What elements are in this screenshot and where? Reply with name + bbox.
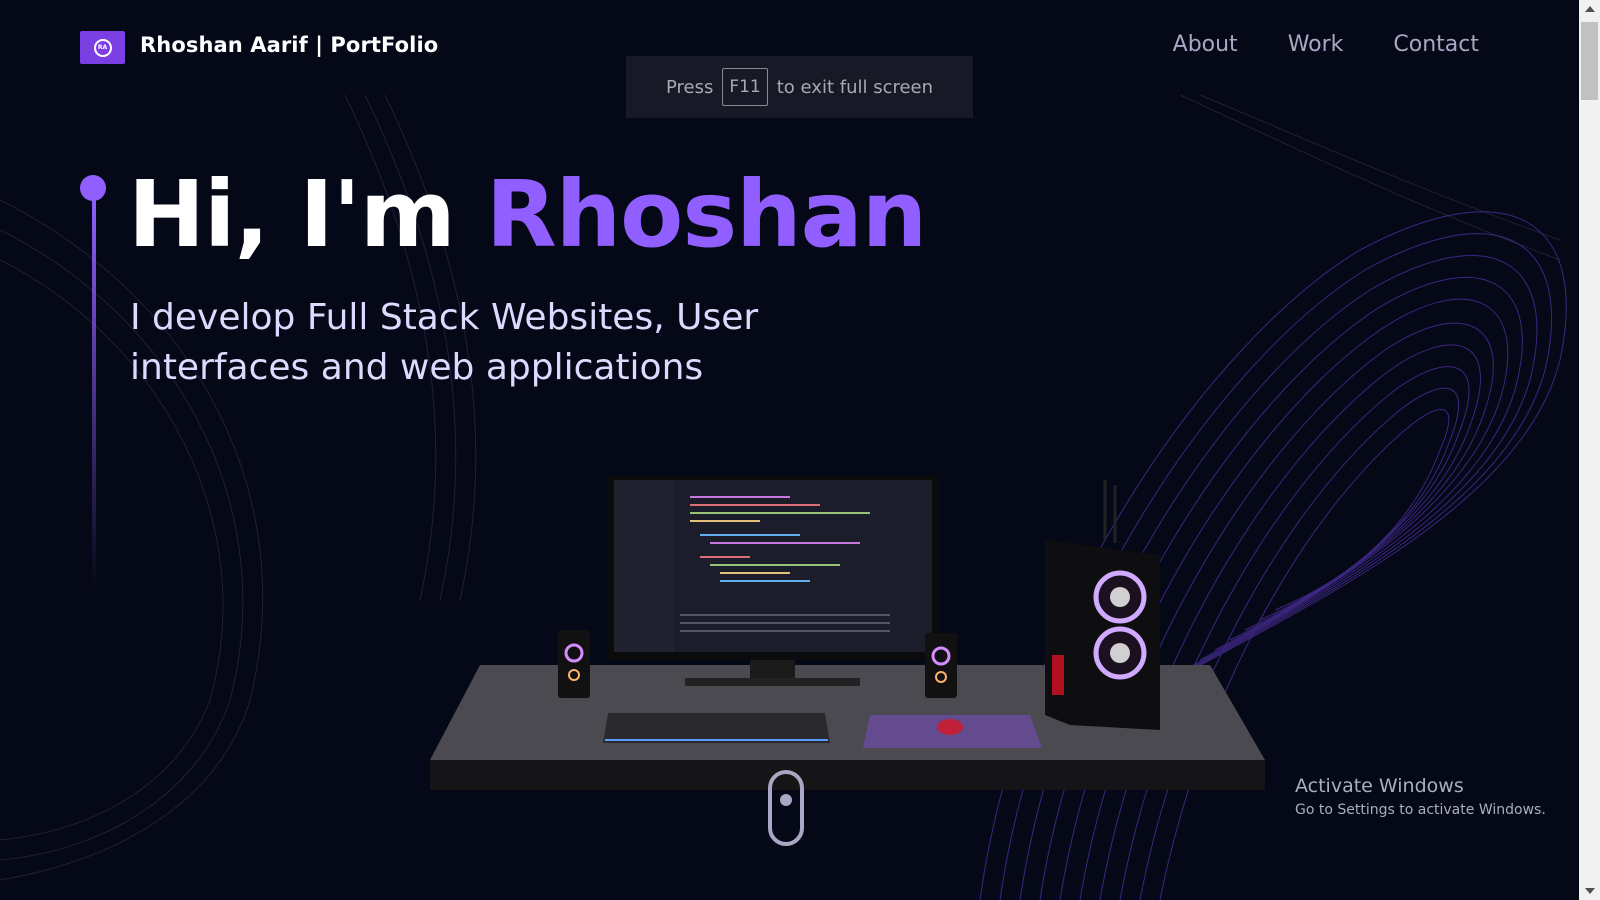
desktop-computer-3d-model[interactable] bbox=[430, 475, 1270, 805]
hero-subtitle-line-2: interfaces and web applications bbox=[130, 347, 704, 388]
hero-name: Rhoshan bbox=[485, 161, 927, 268]
brand-name[interactable]: Rhoshan Aarif | PortFolio bbox=[140, 33, 438, 57]
page-scrollbar[interactable] bbox=[1579, 0, 1600, 900]
nav-link-work[interactable]: Work bbox=[1288, 32, 1344, 57]
scroll-down-arrow-icon[interactable] bbox=[1585, 888, 1595, 894]
hero-accent-line bbox=[92, 197, 96, 587]
monitor-base bbox=[685, 678, 860, 686]
scroll-dot bbox=[780, 794, 792, 806]
windows-activation-watermark: Activate Windows Go to Settings to activ… bbox=[1295, 775, 1546, 818]
logo-mark: RA bbox=[93, 38, 112, 57]
hero-greeting: Hi, I'm bbox=[128, 161, 486, 268]
hero-title: Hi, I'm Rhoshan bbox=[128, 160, 927, 270]
fullscreen-notice-suffix: to exit full screen bbox=[776, 76, 934, 98]
monitor-sidebar bbox=[614, 480, 674, 652]
monitor-stand bbox=[750, 660, 795, 680]
watermark-title: Activate Windows bbox=[1295, 775, 1464, 797]
hero-subtitle-line-1: I develop Full Stack Websites, User bbox=[130, 297, 759, 338]
scroll-up-arrow-icon[interactable] bbox=[1585, 6, 1595, 12]
keyboard bbox=[603, 713, 830, 743]
nav-link-about[interactable]: About bbox=[1173, 32, 1238, 57]
gaming-mouse bbox=[937, 719, 963, 735]
scroll-mouse-icon[interactable] bbox=[768, 770, 804, 846]
fullscreen-notice: Press F11 to exit full screen bbox=[626, 56, 973, 118]
fullscreen-notice-prefix: Press bbox=[665, 76, 714, 98]
f11-key: F11 bbox=[722, 68, 768, 106]
logo-icon[interactable]: RA bbox=[80, 31, 125, 64]
scrollbar-thumb[interactable] bbox=[1581, 22, 1598, 100]
hero-subtitle: I develop Full Stack Websites, User inte… bbox=[130, 293, 830, 393]
watermark-subtitle: Go to Settings to activate Windows. bbox=[1295, 802, 1546, 818]
speaker-left bbox=[558, 630, 590, 698]
nav-link-contact[interactable]: Contact bbox=[1393, 32, 1479, 57]
desk-front bbox=[430, 760, 1265, 790]
nav-links: About Work Contact bbox=[1173, 32, 1479, 57]
